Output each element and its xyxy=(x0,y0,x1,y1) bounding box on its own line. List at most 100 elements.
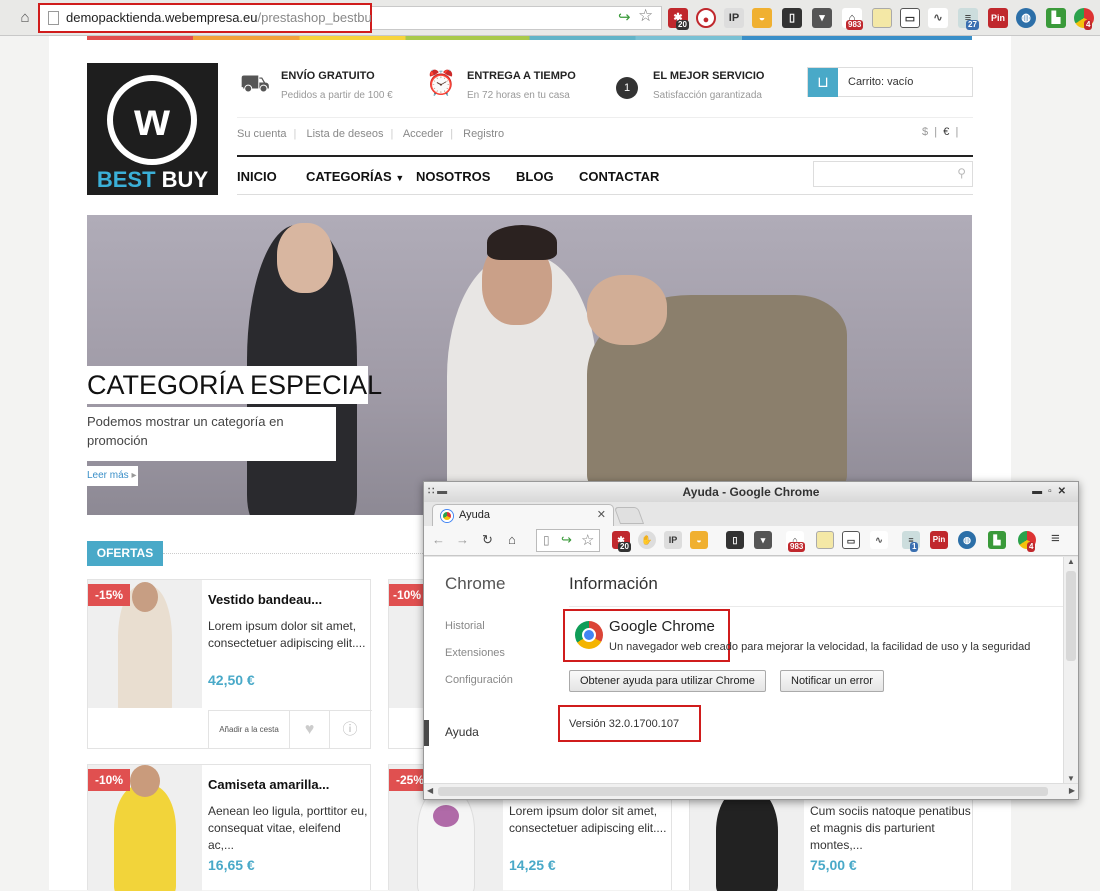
address-bar[interactable]: demopacktienda.webempresa.eu/prestashop_… xyxy=(38,3,382,33)
hand-icon[interactable]: ✋ xyxy=(638,531,656,549)
scrollbar-thumb[interactable] xyxy=(438,787,1048,796)
link-wishlist[interactable]: Lista de deseos xyxy=(306,128,383,140)
chrome-extension-icon[interactable]: 4 xyxy=(1018,531,1036,552)
search-icon[interactable]: ⚲ xyxy=(957,166,966,180)
help-panel: Información Google Chrome Un navegador w… xyxy=(558,557,1063,783)
scroll-left-icon[interactable]: ◀ xyxy=(427,786,433,795)
product-card[interactable]: -10% Camiseta amarilla... Aenean leo lig… xyxy=(87,764,371,891)
cart-button[interactable]: ⊔ Carrito: vacío xyxy=(807,67,973,97)
globe-icon[interactable]: ◍ xyxy=(1016,8,1036,28)
discount-badge: -10% xyxy=(389,584,426,606)
close-tab-icon[interactable]: ✕ xyxy=(597,505,606,526)
tab-ayuda[interactable]: Ayuda ✕ xyxy=(432,504,614,526)
info-icon[interactable]: ⓘ xyxy=(330,711,370,749)
scrollbar-thumb[interactable] xyxy=(1066,571,1076,661)
sidebar-item-extensiones[interactable]: Extensiones xyxy=(445,647,505,659)
list-icon[interactable]: ≡ 27 xyxy=(958,8,979,30)
house-icon[interactable]: ⌂ 983 xyxy=(786,531,806,552)
extension-asterisk-icon[interactable]: ✱ 20 xyxy=(668,8,689,30)
window-titlebar[interactable]: ∷ ▬ Ayuda - Google Chrome ▬▫✕ xyxy=(424,482,1078,502)
sidebar-item-ayuda[interactable]: Ayuda xyxy=(445,725,479,739)
reload-arrow-icon[interactable]: ↪ xyxy=(561,532,572,548)
banner-read-more[interactable]: Leer más ▸ xyxy=(87,466,138,486)
notes-icon[interactable] xyxy=(872,8,892,28)
chrome-extension-icon[interactable]: 4 xyxy=(1074,8,1094,30)
link-login[interactable]: Acceder xyxy=(403,128,443,140)
window-icon[interactable]: ▭ xyxy=(842,531,860,549)
product-name[interactable]: Vestido bandeau... xyxy=(208,592,322,607)
home-icon[interactable]: ⌂ xyxy=(508,532,516,547)
evernote-icon[interactable]: ▙ xyxy=(988,531,1006,549)
pulse-icon[interactable]: ∿ xyxy=(928,8,948,28)
bookmark-star-icon[interactable]: ☆ xyxy=(638,6,653,26)
extension-badge: 20 xyxy=(618,542,631,552)
notes-icon[interactable] xyxy=(816,531,834,549)
shop-logo[interactable]: w BEST BUY xyxy=(87,63,218,195)
ip-icon[interactable]: IP xyxy=(724,8,744,28)
chrome-logo-icon xyxy=(575,621,603,649)
window-address-bar[interactable]: ▯ ↪ ☆ xyxy=(536,529,600,552)
currency-dollar[interactable]: $ xyxy=(922,126,928,138)
pocket-icon[interactable]: ▾ xyxy=(812,8,832,28)
list-icon[interactable]: ≡ 1 xyxy=(902,531,920,552)
heart-icon[interactable]: ♥ xyxy=(290,711,330,749)
report-issue-button[interactable]: Notificar un error xyxy=(780,670,884,692)
reload-icon[interactable]: ↻ xyxy=(482,532,493,548)
link-register[interactable]: Registro xyxy=(463,128,504,140)
logo-text: BEST BUY xyxy=(87,167,218,193)
window-menu-icon[interactable]: ∷ ▬ xyxy=(428,482,447,502)
evernote-icon[interactable]: ▙ xyxy=(1046,8,1066,28)
pulse-icon[interactable]: ∿ xyxy=(870,531,888,549)
window-toolbar: ← → ↻ ⌂ ▯ ↪ ☆ ✱ 20 ✋ IP ◒ ▯ ▾ ⌂ 983 ▭ ∿ ≡ 1… xyxy=(424,526,1078,556)
product-name[interactable]: Camiseta amarilla... xyxy=(208,777,329,792)
get-help-button[interactable]: Obtener ayuda para utilizar Chrome xyxy=(569,670,766,692)
phone-icon[interactable]: ▯ xyxy=(782,8,802,28)
nav-categorias[interactable]: CATEGORÍAS ▼ xyxy=(306,169,404,184)
vertical-scrollbar[interactable]: ▲ ▼ xyxy=(1063,557,1078,783)
basket-icon[interactable]: ◒ xyxy=(752,8,772,28)
menu-icon[interactable]: ≡ xyxy=(1051,530,1060,547)
home-icon[interactable]: ⌂ xyxy=(16,9,34,27)
extension-asterisk-icon[interactable]: ✱ 20 xyxy=(612,531,631,552)
search-input[interactable]: ⚲ xyxy=(813,161,973,187)
basket-icon[interactable]: ◒ xyxy=(690,531,708,549)
window-controls[interactable]: ▬▫✕ xyxy=(1032,482,1072,502)
sidebar-item-configuracion[interactable]: Configuración xyxy=(445,674,513,686)
stop-icon[interactable]: ● xyxy=(696,8,716,28)
horizontal-scrollbar[interactable]: ◀ ▶ xyxy=(424,783,1078,799)
nav-nosotros[interactable]: NOSOTROS xyxy=(416,169,490,184)
product-description: Aenean leo ligula, porttitor eu, consequ… xyxy=(208,804,368,852)
nav-contactar[interactable]: CONTACTAR xyxy=(579,169,659,184)
new-tab-button[interactable] xyxy=(613,507,645,524)
product-model xyxy=(716,789,778,891)
sidebar-item-historial[interactable]: Historial xyxy=(445,620,485,632)
add-to-cart-button[interactable]: Añadir a la cesta xyxy=(208,711,290,749)
ofertas-tab[interactable]: OFERTAS xyxy=(87,541,163,566)
product-card[interactable]: -15% Vestido bandeau... Lorem ipsum dolo… xyxy=(87,579,372,749)
nav-inicio[interactable]: INICIO xyxy=(237,169,277,184)
forward-icon[interactable]: → xyxy=(456,532,469,547)
ip-icon[interactable]: IP xyxy=(664,531,682,549)
globe-icon[interactable]: ◍ xyxy=(958,531,976,549)
pinterest-icon[interactable]: Pin xyxy=(988,8,1008,28)
scroll-up-icon[interactable]: ▲ xyxy=(1067,557,1075,566)
back-icon[interactable]: ← xyxy=(432,532,445,547)
house-icon[interactable]: ⌂ 983 xyxy=(842,8,864,30)
phone-icon[interactable]: ▯ xyxy=(726,531,744,549)
window-icon[interactable]: ▭ xyxy=(900,8,920,28)
pocket-icon[interactable]: ▾ xyxy=(754,531,772,549)
product-card[interactable]: -10% xyxy=(388,579,426,749)
nav-blog[interactable]: BLOG xyxy=(516,169,554,184)
scroll-down-icon[interactable]: ▼ xyxy=(1067,774,1075,783)
extension-badge: 20 xyxy=(676,20,689,30)
reload-arrow-icon[interactable]: ↪ xyxy=(618,8,631,26)
ip-label: IP xyxy=(728,12,740,24)
discount-badge: -10% xyxy=(88,769,131,791)
hero-banner[interactable] xyxy=(87,215,972,515)
link-your-account[interactable]: Su cuenta xyxy=(237,128,287,140)
bookmark-star-icon[interactable]: ☆ xyxy=(581,531,594,549)
scroll-right-icon[interactable]: ▶ xyxy=(1069,786,1075,795)
pinterest-icon[interactable]: Pin xyxy=(930,531,948,549)
currency-euro[interactable]: € xyxy=(943,126,949,138)
chrome-help-window[interactable]: ∷ ▬ Ayuda - Google Chrome ▬▫✕ Ayuda ✕ ← … xyxy=(423,481,1079,800)
